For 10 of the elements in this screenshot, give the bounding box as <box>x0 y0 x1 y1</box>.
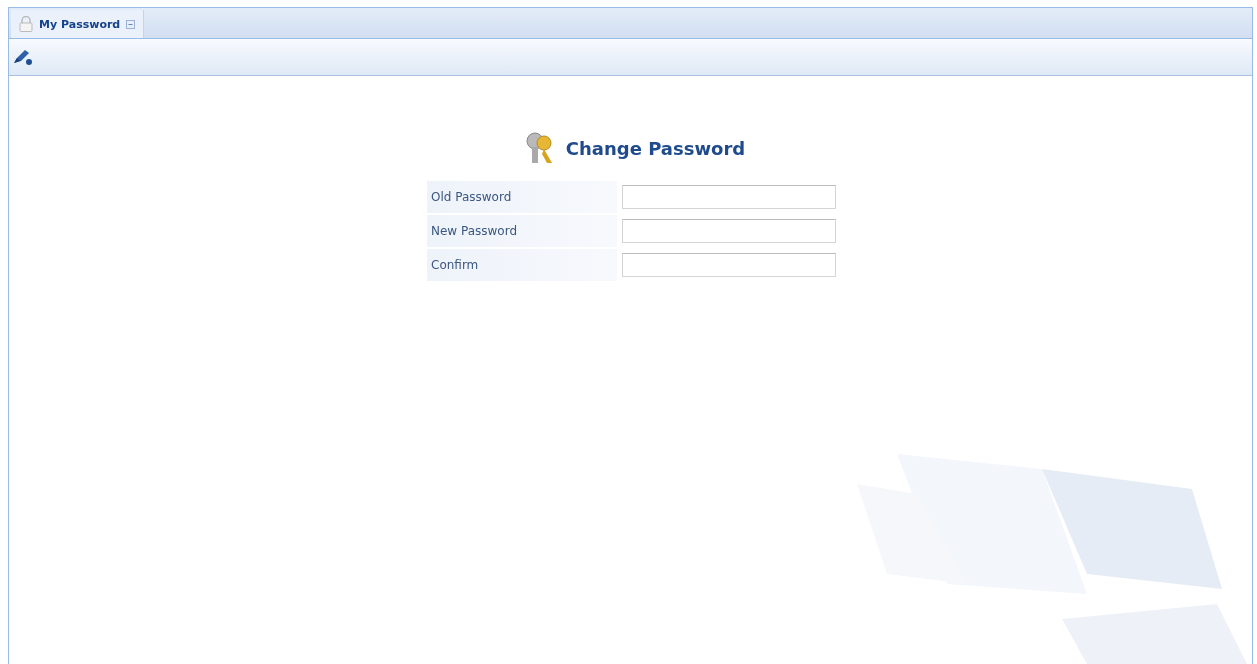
pen-icon[interactable] <box>12 48 34 66</box>
tab[interactable]: My Password <box>11 10 145 38</box>
field-label: Old Password <box>427 181 617 213</box>
password-field[interactable] <box>622 253 836 277</box>
form-title: Change Password <box>565 137 746 159</box>
lock-icon <box>19 16 33 32</box>
password-field[interactable] <box>622 219 836 243</box>
field-label: Confirm <box>427 249 617 281</box>
field-label: New Password <box>427 215 617 247</box>
password-field[interactable] <box>622 185 836 209</box>
